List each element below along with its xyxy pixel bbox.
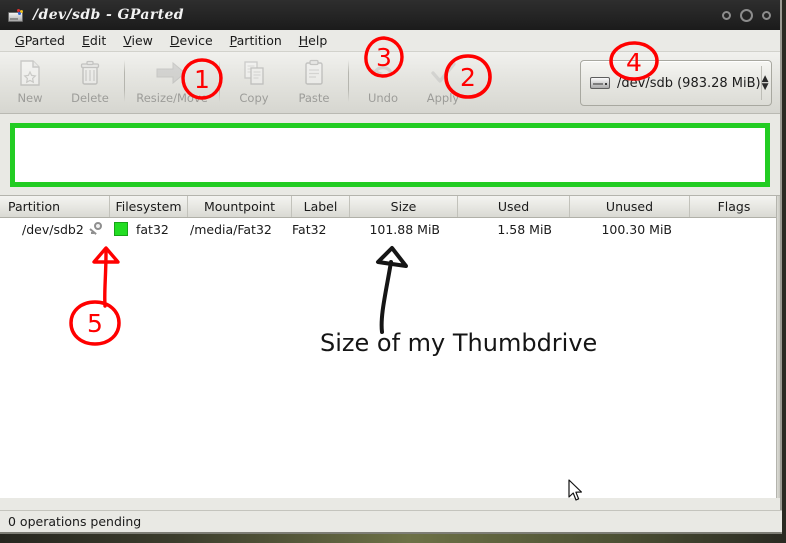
table-body: /dev/sdb2 fat32 /media/Fat32 Fat32 101.8… xyxy=(0,218,780,498)
cell-unused: 100.30 MiB xyxy=(601,221,672,237)
column-header-label[interactable]: Label xyxy=(292,196,350,217)
menu-device-label: evice xyxy=(179,33,213,48)
menu-gparted-label: Parted xyxy=(24,33,65,48)
resize-move-button[interactable]: Resize/Move xyxy=(129,58,215,105)
menu-view-label: iew xyxy=(131,33,153,48)
menu-edit-label: dit xyxy=(89,33,107,48)
mouse-cursor xyxy=(568,479,584,507)
checkmark-icon xyxy=(429,58,457,88)
filesystem-name: fat32 xyxy=(136,221,169,237)
partition-name: /dev/sdb2 xyxy=(22,221,84,237)
undo-button[interactable]: Undo xyxy=(353,58,413,105)
paste-button-label: Paste xyxy=(298,91,330,105)
cell-partition: /dev/sdb2 xyxy=(0,218,110,240)
undo-button-label: Undo xyxy=(367,91,399,105)
cell-used: 1.58 MiB xyxy=(497,221,552,237)
clipboard-icon xyxy=(301,58,327,88)
cell-filesystem: fat32 xyxy=(110,218,188,240)
copy-button[interactable]: Copy xyxy=(224,58,284,105)
delete-button[interactable]: Delete xyxy=(60,58,120,105)
trash-icon xyxy=(77,58,103,88)
statusbar: 0 operations pending xyxy=(0,510,782,532)
undo-arrow-icon xyxy=(369,58,397,88)
cell-size: 101.88 MiB xyxy=(369,221,440,237)
toolbar-separator-2 xyxy=(219,60,220,102)
vertical-scrollbar[interactable] xyxy=(776,196,780,498)
key-icon xyxy=(89,222,104,236)
column-header-filesystem[interactable]: Filesystem xyxy=(110,196,188,217)
filesystem-color-swatch xyxy=(114,222,128,236)
menu-edit[interactable]: Edit xyxy=(74,31,115,50)
gparted-drive-icon xyxy=(8,8,26,23)
table-header-row: Partition Filesystem Mountpoint Label Si… xyxy=(0,196,780,218)
toolbar: New Delete Resize/Move Copy Paste Undo A… xyxy=(0,52,780,114)
menu-gparted[interactable]: GParted xyxy=(7,31,74,50)
device-selector-spinner[interactable]: ▲ ▼ xyxy=(760,66,769,100)
table-row[interactable]: /dev/sdb2 fat32 /media/Fat32 Fat32 101.8… xyxy=(0,218,780,240)
resize-move-button-label: Resize/Move xyxy=(136,91,208,105)
partition-graphic[interactable] xyxy=(10,123,770,187)
device-selector-value: /dev/sdb (983.28 MiB) xyxy=(617,75,761,91)
cell-mountpoint: /media/Fat32 xyxy=(190,221,272,237)
column-header-flags[interactable]: Flags xyxy=(690,196,778,217)
window-controls xyxy=(722,0,771,30)
window-titlebar[interactable]: /dev/sdb - GParted xyxy=(0,0,780,30)
cell-flags xyxy=(690,218,778,240)
window-title: /dev/sdb - GParted xyxy=(33,7,184,23)
minimize-button[interactable] xyxy=(722,10,731,20)
maximize-button[interactable] xyxy=(740,8,753,22)
gparted-window: /dev/sdb - GParted GParted Edit View Dev… xyxy=(0,0,782,534)
column-header-mountpoint[interactable]: Mountpoint xyxy=(188,196,292,217)
partition-graphic-container xyxy=(8,121,772,189)
new-document-icon xyxy=(17,58,43,88)
copy-icon xyxy=(241,58,267,88)
menubar: GParted Edit View Device Partition Help xyxy=(0,30,780,52)
menu-help[interactable]: Help xyxy=(291,31,337,50)
column-header-size[interactable]: Size xyxy=(350,196,458,217)
menu-partition[interactable]: Partition xyxy=(222,31,291,50)
cell-label: Fat32 xyxy=(292,221,327,237)
apply-button-label: Apply xyxy=(426,91,460,105)
chevron-down-icon: ▼ xyxy=(761,82,769,92)
paste-button[interactable]: Paste xyxy=(284,58,344,105)
arrow-resize-icon xyxy=(155,58,189,88)
screen: /dev/sdb - GParted GParted Edit View Dev… xyxy=(0,0,786,543)
menu-device[interactable]: Device xyxy=(162,31,222,50)
delete-button-label: Delete xyxy=(71,91,109,105)
column-header-used[interactable]: Used xyxy=(458,196,570,217)
statusbar-text: 0 operations pending xyxy=(8,514,142,529)
menu-partition-label: artition xyxy=(236,33,282,48)
toolbar-separator-1 xyxy=(124,60,125,102)
copy-button-label: Copy xyxy=(239,91,269,105)
column-header-unused[interactable]: Unused xyxy=(570,196,690,217)
hard-drive-icon xyxy=(590,76,610,91)
menu-help-label: elp xyxy=(308,33,328,48)
new-button-label: New xyxy=(17,91,43,105)
device-selector[interactable]: /dev/sdb (983.28 MiB) ▲ ▼ xyxy=(580,60,772,106)
annotation-note: Size of my Thumbdrive xyxy=(320,329,598,357)
apply-button[interactable]: Apply xyxy=(413,58,473,105)
new-button[interactable]: New xyxy=(0,58,60,105)
toolbar-separator-3 xyxy=(348,60,349,102)
close-button[interactable] xyxy=(762,10,771,20)
menu-view[interactable]: View xyxy=(115,31,162,50)
column-header-partition[interactable]: Partition xyxy=(0,196,110,217)
